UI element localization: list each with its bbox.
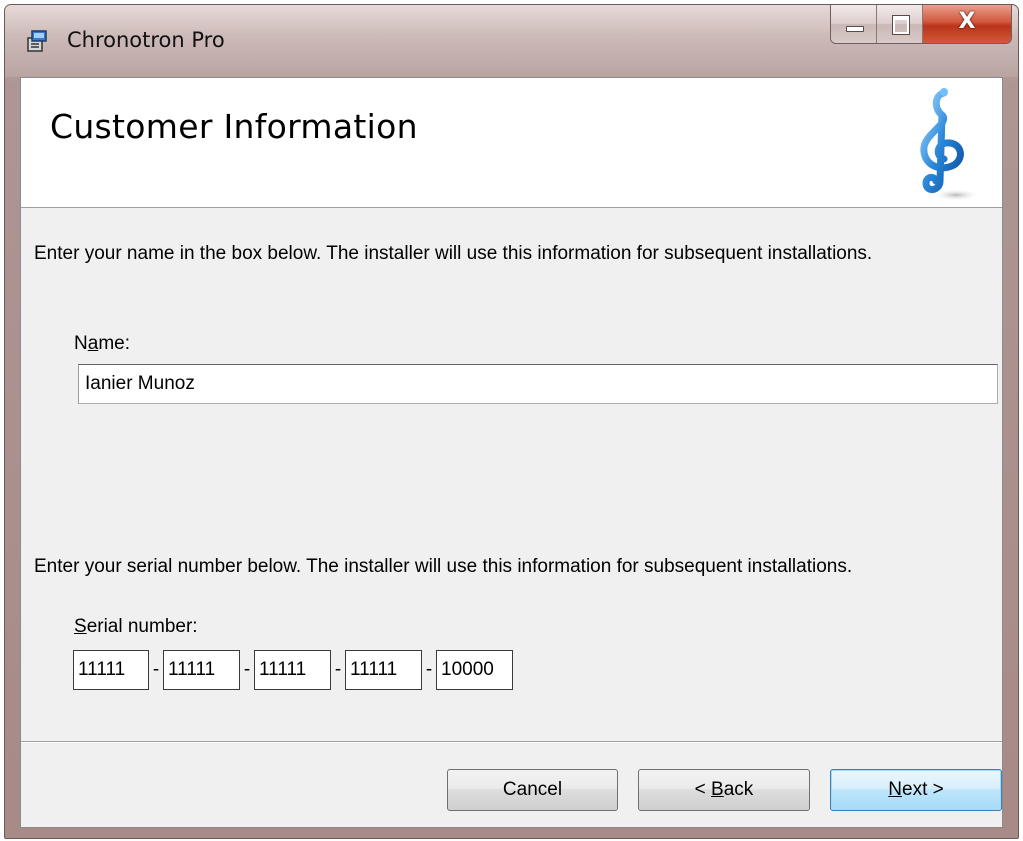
footer-divider <box>21 741 1002 743</box>
back-button-suffix: ack <box>723 779 754 800</box>
close-button[interactable]: X <box>923 5 1011 43</box>
name-label-prefix: N <box>74 333 88 354</box>
minimize-icon <box>846 26 864 32</box>
cancel-button[interactable]: Cancel <box>447 769 618 811</box>
serial-number-label: Serial number: <box>74 616 198 638</box>
back-button[interactable]: < Back <box>638 769 810 811</box>
installer-window: Chronotron Pro X Customer Information En… <box>4 4 1019 839</box>
window-title: Chronotron Pro <box>67 28 225 52</box>
serial-instructions: Enter your serial number below. The inst… <box>34 556 853 577</box>
serial-part-2-input[interactable]: 11111 <box>163 650 240 690</box>
serial-separator: - <box>243 659 251 680</box>
name-instructions: Enter your name in the box below. The in… <box>34 243 873 264</box>
treble-clef-icon <box>920 88 980 201</box>
serial-part-1-input[interactable]: 11111 <box>73 650 149 690</box>
next-button[interactable]: Next > <box>830 769 1002 811</box>
maximize-button[interactable] <box>877 5 923 43</box>
minimize-button[interactable] <box>831 5 877 43</box>
back-button-prefix: < <box>694 779 712 800</box>
caption-buttons: X <box>830 5 1012 44</box>
serial-separator: - <box>334 659 342 680</box>
name-label-access-key: a <box>87 333 99 354</box>
maximize-icon <box>892 15 910 35</box>
name-label-suffix: me: <box>98 333 130 354</box>
dialog-client-area: Customer Information Enter your name in … <box>20 77 1003 828</box>
header-banner: Customer Information <box>21 78 1002 208</box>
serial-label-suffix: erial number: <box>86 616 198 637</box>
serial-separator: - <box>152 659 160 680</box>
serial-number-fields: 11111 - 11111 - 11111 - 11111 - 10000 <box>73 650 513 690</box>
next-button-access-key: N <box>888 779 902 800</box>
next-button-suffix: ext > <box>902 779 944 800</box>
serial-part-3-input[interactable]: 11111 <box>254 650 331 690</box>
serial-part-5-input[interactable]: 10000 <box>436 650 513 690</box>
page-title: Customer Information <box>50 107 418 146</box>
serial-label-access-key: S <box>74 616 87 637</box>
back-button-access-key: B <box>711 779 724 800</box>
name-input[interactable]: Ianier Munoz <box>78 364 998 404</box>
serial-part-4-input[interactable]: 11111 <box>345 650 422 690</box>
title-bar[interactable]: Chronotron Pro X <box>5 5 1018 77</box>
close-icon: X <box>958 9 976 34</box>
installer-app-icon <box>27 30 47 52</box>
name-label: Name: <box>74 333 130 355</box>
serial-separator: - <box>425 659 433 680</box>
